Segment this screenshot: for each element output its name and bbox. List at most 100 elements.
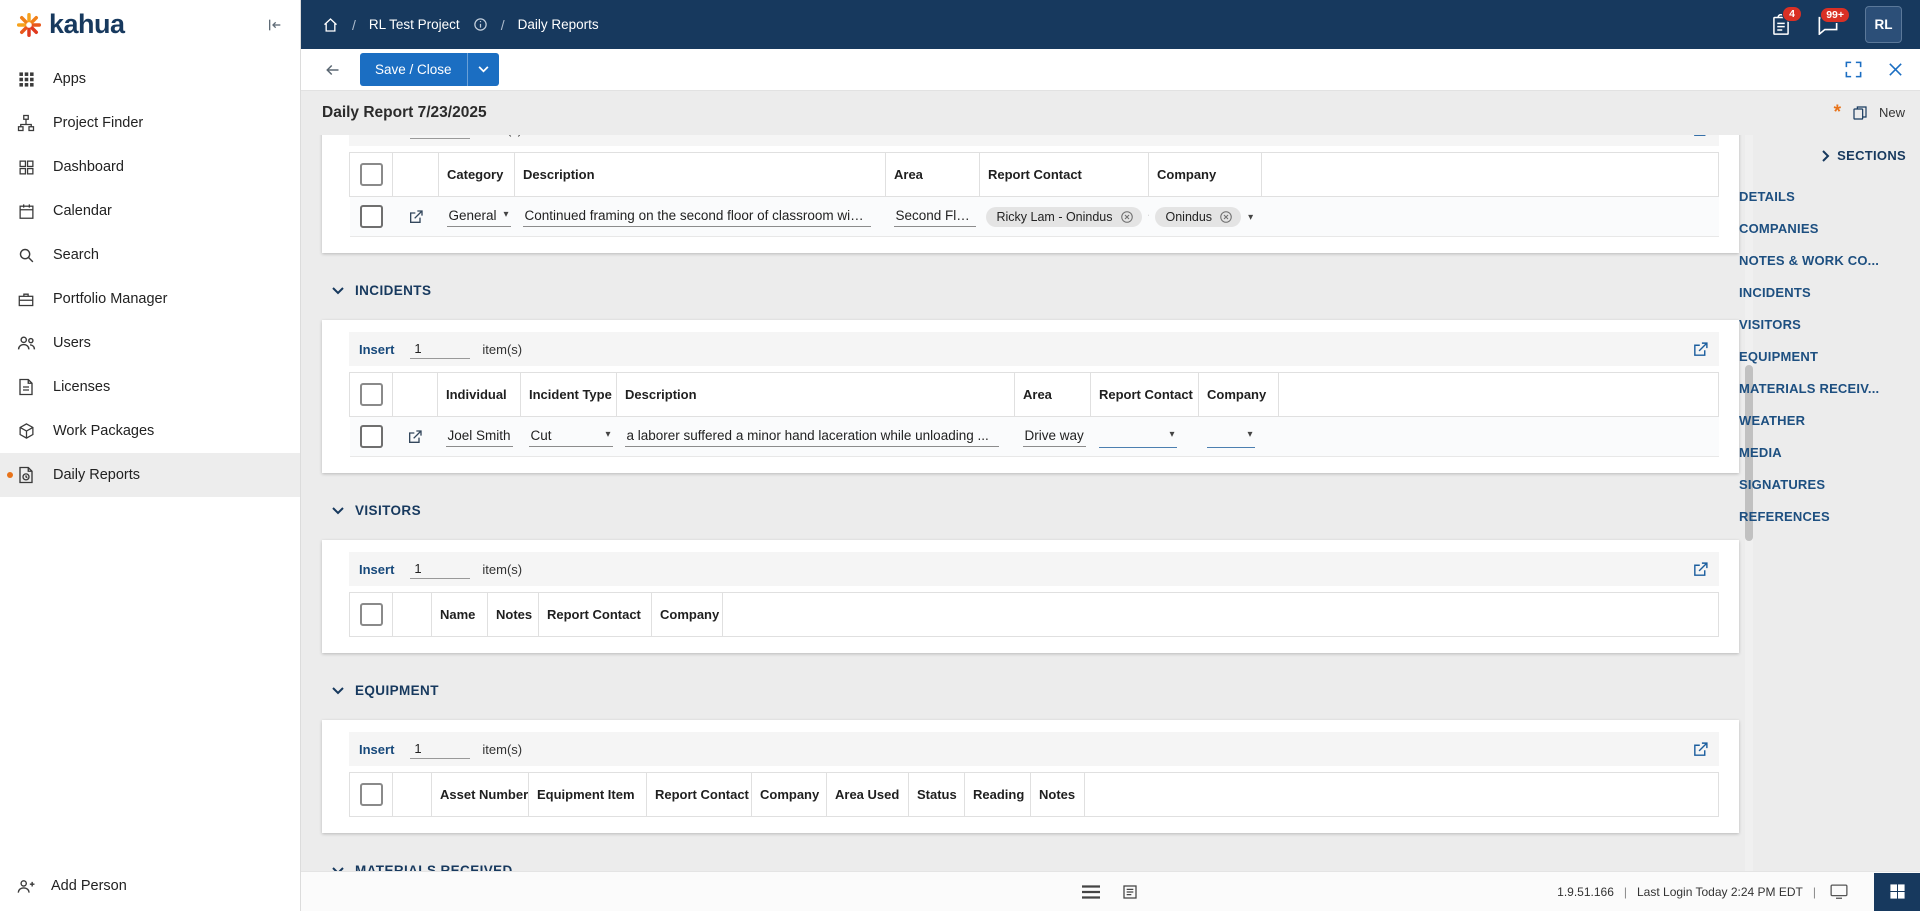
breadcrumb-project[interactable]: RL Test Project [369,17,460,32]
insert-link[interactable]: Insert [359,135,394,137]
open-in-window-icon[interactable] [1692,561,1709,578]
row-checkbox[interactable] [359,205,383,228]
chip-label: Onindus [1165,209,1213,224]
column-header: Status [908,772,965,817]
insert-count-input[interactable] [410,135,471,139]
messages-icon[interactable]: 99+ [1817,6,1850,35]
sections-panel-header[interactable]: SECTIONS [1739,148,1906,163]
dropdown-caret-icon[interactable]: ▾ [1248,212,1253,223]
section-header-incidents[interactable]: INCIDENTS [332,283,1745,298]
tasks-icon[interactable]: 4 [1771,5,1802,36]
section-header-equipment[interactable]: EQUIPMENT [332,683,1745,698]
select-all-checkbox[interactable] [359,603,383,626]
row-actions-header [392,372,438,417]
company-dropdown[interactable]: ▾ [1206,425,1255,448]
kahua-logo[interactable]: kahua [16,11,125,38]
new-label[interactable]: New [1879,105,1905,120]
dropdown-caret-icon: ▾ [1247,429,1253,440]
section-link-companies[interactable]: COMPANIES [1739,221,1906,237]
description-field[interactable]: Continued framing on the second floor of… [522,207,871,227]
sidebar-item-calendar[interactable]: Calendar [0,189,300,233]
sidebar-item-portfolio-manager[interactable]: Portfolio Manager [0,277,300,321]
add-person-button[interactable]: Add Person [0,861,300,911]
close-icon[interactable] [1887,61,1904,78]
insert-link[interactable]: Insert [359,562,394,577]
report-contact-chip[interactable]: Ricky Lam - Onindus [985,206,1142,227]
remove-chip-icon[interactable] [1120,210,1134,224]
section-link-materials-received[interactable]: MATERIALS RECEIV... [1739,381,1906,397]
notification-dot [7,472,13,478]
sidebar-item-label: Apps [53,71,87,87]
save-close-button[interactable]: Save / Close [360,53,499,86]
version-number: 1.9.51.166 [1557,884,1614,899]
breadcrumb-separator: / [352,16,356,33]
column-header: Equipment Item [528,772,647,817]
category-value: General [448,207,497,223]
open-in-window-icon[interactable] [1692,741,1709,758]
new-record-icon[interactable] [1852,105,1868,121]
area-field[interactable]: Second Floor [893,207,976,227]
incidents-table: Individual Incident Type Description Are… [349,372,1719,457]
sidebar-item-label: Licenses [53,379,111,395]
insert-row: Insert item(s) [349,552,1719,586]
chevron-down-icon[interactable] [468,66,499,73]
insert-count-input[interactable] [410,739,471,759]
incident-type-dropdown[interactable]: Cut ▾ [528,427,613,447]
insert-link[interactable]: Insert [359,742,394,757]
info-icon[interactable] [473,17,488,32]
sidebar-item-work-packages[interactable]: Work Packages [0,409,300,453]
section-link-equipment[interactable]: EQUIPMENT [1739,349,1906,365]
screen-share-icon[interactable] [1830,884,1848,899]
sidebar-item-users[interactable]: Users [0,321,300,365]
row-actions-header [392,152,439,197]
sidebar-item-dashboard[interactable]: Dashboard [0,145,300,189]
select-all-checkbox[interactable] [359,383,383,406]
insert-count-input[interactable] [410,339,471,359]
breadcrumb-page[interactable]: Daily Reports [518,17,599,32]
section-link-visitors[interactable]: VISITORS [1739,317,1906,333]
column-header: Report Contact [979,152,1149,197]
sidebar-item-apps[interactable]: Apps [0,57,300,101]
remove-chip-icon[interactable] [1219,210,1233,224]
incident-description-field[interactable]: a laborer suffered a minor hand lacerati… [624,427,1000,447]
open-record-icon[interactable] [407,429,423,445]
row-checkbox[interactable] [359,425,383,448]
category-dropdown[interactable]: General ▾ [446,207,511,227]
expand-icon[interactable] [1844,60,1863,79]
open-in-window-icon[interactable] [1692,135,1709,138]
section-link-notes-work[interactable]: NOTES & WORK CO... [1739,253,1906,269]
incident-area-field[interactable]: Drive way [1022,427,1086,447]
section-link-weather[interactable]: WEATHER [1739,413,1906,429]
detail-view-icon[interactable] [1122,884,1138,900]
open-in-window-icon[interactable] [1692,341,1709,358]
open-record-icon[interactable] [408,209,424,225]
avatar[interactable]: RL [1865,6,1902,43]
section-link-details[interactable]: DETAILS [1739,189,1906,205]
incidents-header-row: Individual Incident Type Description Are… [349,372,1719,417]
windows-logo-icon[interactable] [1874,872,1920,911]
sidebar-item-daily-reports[interactable]: Daily Reports [0,453,300,497]
select-all-checkbox[interactable] [359,163,383,186]
column-header: Report Contact [538,592,652,637]
collapse-sidebar-icon[interactable] [266,17,284,33]
select-all-checkbox[interactable] [359,783,383,806]
breadcrumb: / RL Test Project / Daily Reports [322,17,599,33]
insert-link[interactable]: Insert [359,342,394,357]
list-view-icon[interactable] [1082,884,1100,899]
company-chip[interactable]: Onindus [1154,206,1242,227]
section-link-signatures[interactable]: SIGNATURES [1739,477,1906,493]
sidebar-item-licenses[interactable]: Licenses [0,365,300,409]
individual-field[interactable]: Joel Smith [445,427,513,447]
insert-count-input[interactable] [410,559,471,579]
sidebar-item-label: Dashboard [53,159,124,175]
sidebar-item-project-finder[interactable]: Project Finder [0,101,300,145]
section-link-media[interactable]: MEDIA [1739,445,1906,461]
section-header-visitors[interactable]: VISITORS [332,503,1745,518]
section-link-references[interactable]: REFERENCES [1739,509,1906,525]
report-contact-dropdown[interactable]: ▾ [1098,425,1177,448]
sidebar-item-search[interactable]: Search [0,233,300,277]
home-icon[interactable] [322,17,339,33]
section-link-incidents[interactable]: INCIDENTS [1739,285,1906,301]
back-button[interactable] [322,61,343,79]
column-header: Description [514,152,886,197]
